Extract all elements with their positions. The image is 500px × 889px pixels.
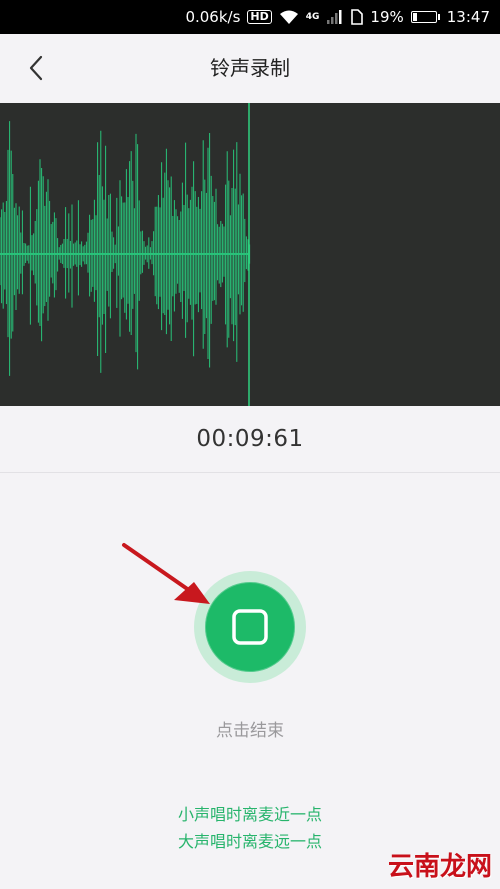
stop-recording-button[interactable] [205,582,295,672]
battery-percent: 19% [370,8,404,26]
elapsed-time: 00:09:61 [196,426,304,452]
stop-hint-label: 点击结束 [216,721,284,741]
stop-icon [232,609,268,645]
clock: 13:47 [446,8,490,26]
network-speed: 0.06k/s [185,8,241,26]
status-bar: 0.06k/s HD 4G 19% 13:47 [0,0,500,34]
hd-badge: HD [247,10,272,24]
signal-icon [326,9,342,25]
sim-icon [349,9,364,25]
back-button[interactable] [14,46,58,90]
waveform-graphic [0,103,251,406]
waveform-display [0,103,500,406]
tip-quiet: 小声唱时离麦近一点 [177,805,322,824]
watermark-logo: 云南龙网 [387,852,492,882]
battery-icon [410,11,440,23]
network-type: 4G [305,12,320,22]
timer-section: 00:09:61 [0,406,500,473]
page-title: 铃声录制 [210,56,290,80]
arrow-annotation-icon [122,543,210,604]
record-controls: 点击结束 小声唱时离麦近一点 大声唱时离麦远一点 [0,473,500,889]
chevron-left-icon [29,55,43,81]
wifi-icon [279,9,299,25]
app-header: 铃声录制 [0,34,500,103]
